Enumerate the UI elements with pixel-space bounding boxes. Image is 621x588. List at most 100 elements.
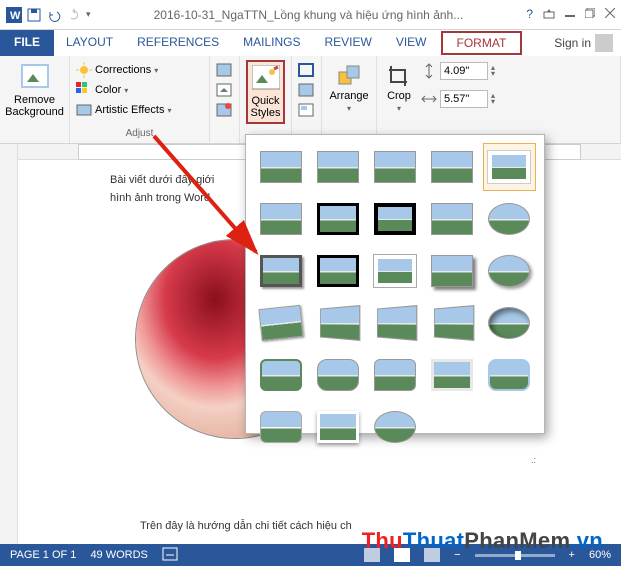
effects-button[interactable] — [298, 80, 315, 100]
quick-access-toolbar: W ▾ — [6, 7, 91, 23]
ribbon-display-icon[interactable] — [543, 7, 555, 22]
watermark: ThuThuatPhanMem.vn — [362, 528, 603, 554]
restore-icon[interactable] — [585, 7, 595, 22]
style-item[interactable] — [483, 351, 536, 399]
artistic-label: Artistic Effects — [95, 104, 164, 116]
style-item[interactable] — [368, 403, 421, 451]
close-icon[interactable] — [605, 7, 615, 22]
save-icon[interactable] — [26, 7, 42, 23]
tab-file[interactable]: FILE — [0, 30, 54, 56]
crop-button[interactable]: Crop▾ — [383, 60, 415, 117]
compress-icon — [216, 62, 232, 78]
ribbon-tabs: FILE LAYOUT REFERENCES MAILINGS REVIEW V… — [0, 30, 621, 56]
height-value[interactable]: 4.09" — [440, 62, 488, 80]
proofing-icon[interactable] — [162, 547, 178, 564]
corrections-button[interactable]: Corrections▾ — [76, 60, 203, 80]
word-icon: W — [6, 7, 22, 23]
style-item[interactable] — [368, 299, 421, 347]
brightness-icon — [76, 62, 92, 78]
adjust-group-label: Adjust — [76, 128, 203, 139]
width-icon — [421, 91, 437, 107]
style-item[interactable] — [426, 143, 479, 191]
spinner-icon[interactable]: ▴▾ — [491, 65, 495, 76]
remove-bg-label: Remove Background — [5, 94, 64, 118]
style-item[interactable] — [254, 403, 307, 451]
style-item[interactable] — [426, 299, 479, 347]
height-icon — [421, 63, 437, 79]
style-item[interactable] — [368, 247, 421, 295]
style-item[interactable] — [368, 195, 421, 243]
style-item[interactable] — [311, 143, 364, 191]
style-item[interactable] — [311, 299, 364, 347]
arrange-label: Arrange — [329, 90, 368, 102]
style-item[interactable] — [426, 351, 479, 399]
tab-format[interactable]: FORMAT — [441, 31, 523, 55]
watermark-a: Thu — [362, 528, 403, 553]
style-item[interactable] — [254, 195, 307, 243]
style-item[interactable] — [254, 351, 307, 399]
group-styles: Quick Styles — [240, 56, 292, 143]
remove-background-button[interactable]: Remove Background — [6, 60, 63, 122]
crop-icon — [387, 64, 411, 88]
document-title: 2016-10-31_NgaTTN_Lồng khung và hiệu ứng… — [91, 8, 527, 22]
style-item[interactable] — [483, 247, 536, 295]
border-button[interactable] — [298, 60, 315, 80]
change-button[interactable] — [216, 80, 233, 100]
style-item[interactable] — [368, 351, 421, 399]
word-count[interactable]: 49 WORDS — [90, 549, 147, 561]
reset-button[interactable] — [216, 100, 233, 120]
compress-button[interactable] — [216, 60, 233, 80]
corrections-label: Corrections — [95, 64, 151, 76]
quick-styles-label: Quick Styles — [251, 95, 281, 119]
style-item[interactable] — [254, 143, 307, 191]
sign-in[interactable]: Sign in — [546, 30, 621, 56]
group-remove-bg: Remove Background — [0, 56, 70, 143]
vertical-ruler[interactable] — [0, 144, 18, 544]
doc-footer-line: Trên đây là hướng dẫn chi tiết cách hiệu… — [140, 520, 352, 532]
color-icon — [76, 82, 92, 98]
group-styles-extra — [292, 56, 322, 143]
tab-layout[interactable]: LAYOUT — [54, 30, 125, 56]
style-item[interactable] — [368, 143, 421, 191]
group-size: Crop▾ 4.09" ▴▾ 5.57" ▴▾ — [377, 56, 621, 143]
layout-button[interactable] — [298, 100, 315, 120]
layout-icon — [298, 102, 314, 118]
style-item[interactable] — [483, 143, 536, 191]
color-button[interactable]: Color▾ — [76, 80, 203, 100]
style-item[interactable] — [311, 403, 364, 451]
style-item[interactable] — [311, 351, 364, 399]
spinner-icon[interactable]: ▴▾ — [491, 93, 495, 104]
svg-text:W: W — [10, 10, 21, 22]
minimize-icon[interactable] — [565, 7, 575, 22]
artistic-icon — [76, 102, 92, 118]
sign-in-label: Sign in — [554, 36, 591, 50]
width-value[interactable]: 5.57" — [440, 90, 488, 108]
style-item[interactable] — [311, 247, 364, 295]
tab-mailings[interactable]: MAILINGS — [231, 30, 312, 56]
page-indicator[interactable]: PAGE 1 OF 1 — [10, 549, 76, 561]
watermark-d: .vn — [570, 528, 603, 553]
tab-view[interactable]: VIEW — [384, 30, 439, 56]
style-item[interactable] — [426, 247, 479, 295]
redo-icon[interactable] — [66, 7, 82, 23]
style-item[interactable] — [254, 299, 307, 347]
watermark-b: Thuat — [403, 528, 464, 553]
style-item[interactable] — [311, 195, 364, 243]
height-field[interactable]: 4.09" ▴▾ — [421, 60, 495, 82]
quick-styles-button[interactable]: Quick Styles — [246, 60, 285, 124]
style-item[interactable] — [483, 299, 536, 347]
style-item[interactable] — [483, 195, 536, 243]
help-icon[interactable]: ? — [526, 7, 533, 22]
arrange-button[interactable]: Arrange▾ — [328, 60, 370, 117]
width-field[interactable]: 5.57" ▴▾ — [421, 88, 495, 110]
group-adjust: Corrections▾ Color▾ Artistic Effects▾ Ad… — [70, 56, 210, 143]
artistic-button[interactable]: Artistic Effects▾ — [76, 100, 203, 120]
tab-review[interactable]: REVIEW — [313, 30, 384, 56]
style-item[interactable] — [426, 195, 479, 243]
crop-label: Crop — [387, 90, 411, 102]
style-item[interactable] — [254, 247, 307, 295]
change-icon — [216, 82, 232, 98]
undo-icon[interactable] — [46, 7, 62, 23]
tab-references[interactable]: REFERENCES — [125, 30, 231, 56]
gallery-expand-icon[interactable]: .: — [254, 455, 536, 467]
